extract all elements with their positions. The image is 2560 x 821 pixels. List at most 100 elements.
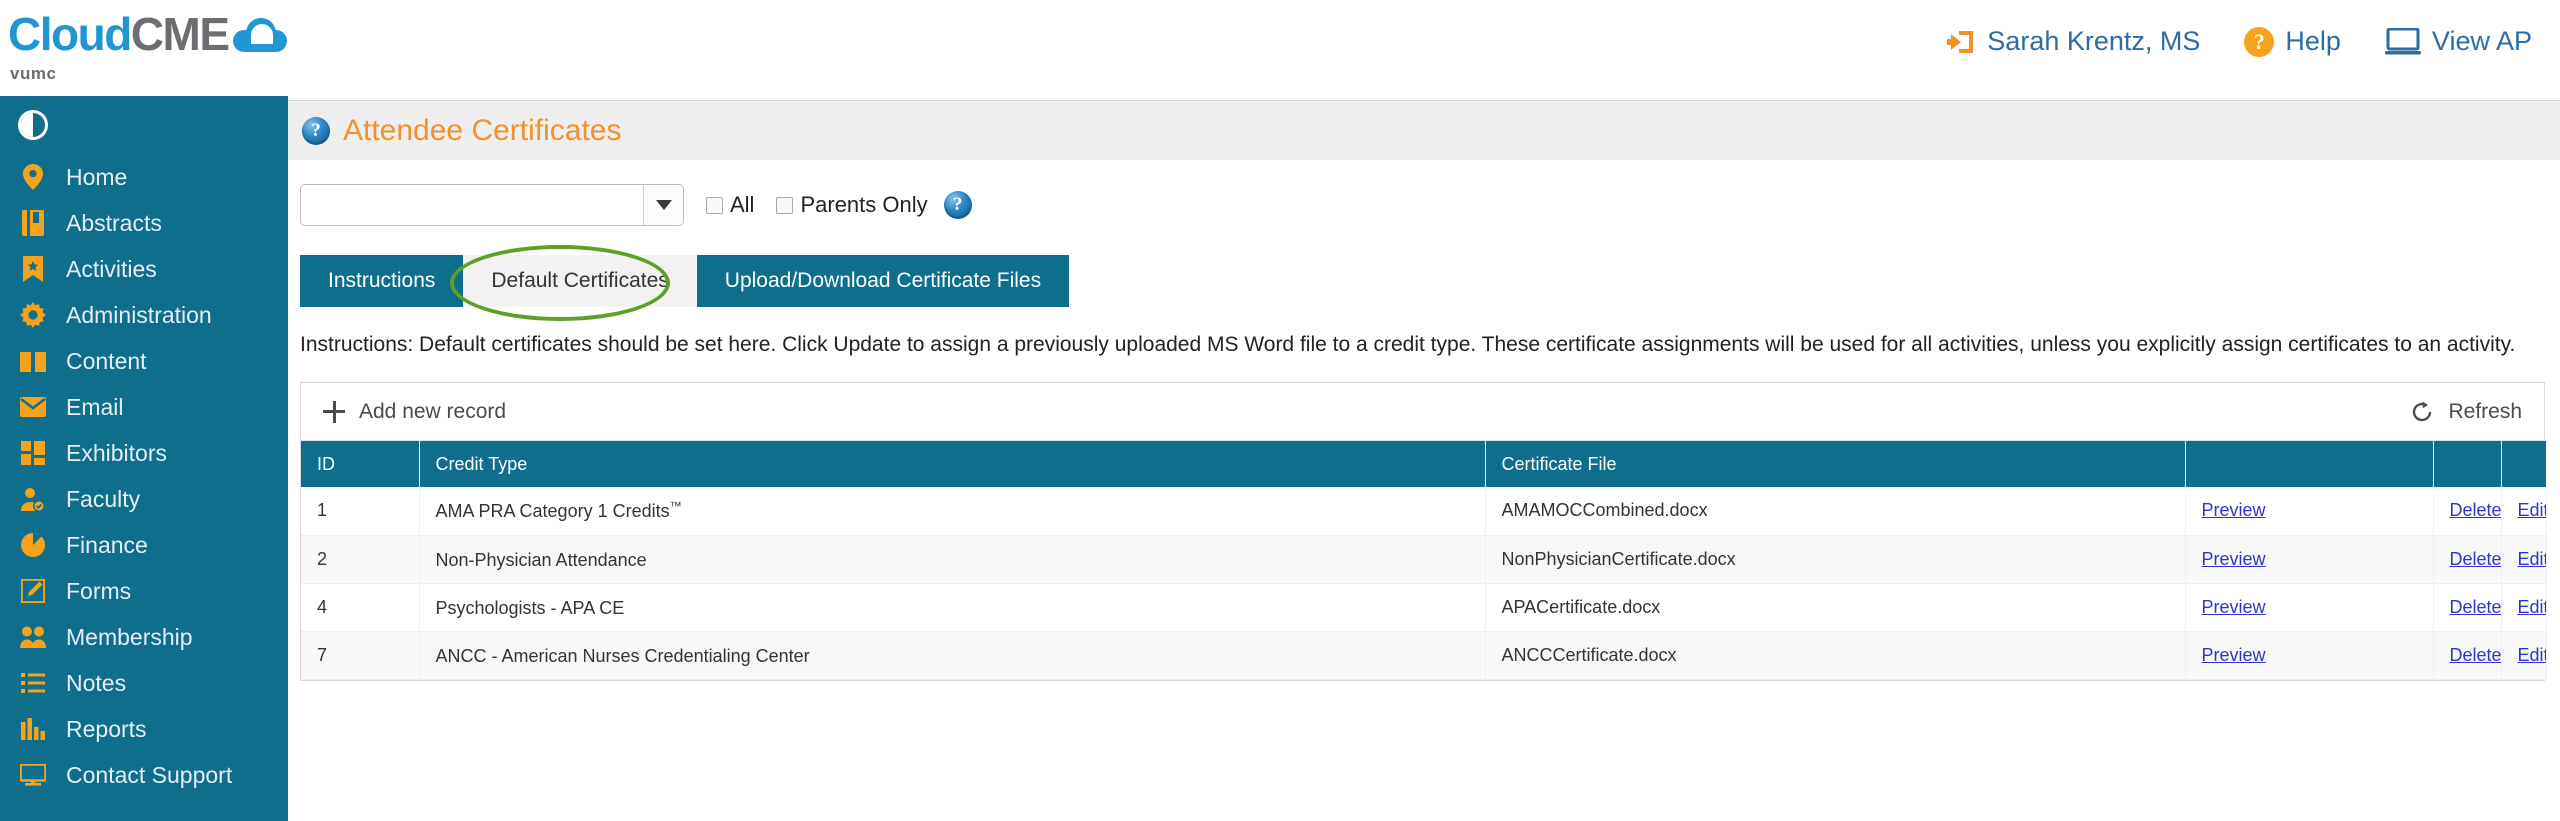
cell-certificate-file: APACertificate.docx: [1485, 583, 2185, 631]
sidebar-item-label: Contact Support: [66, 762, 232, 789]
delete-link[interactable]: Delete: [2450, 549, 2502, 569]
tab-instructions[interactable]: Instructions: [300, 255, 463, 307]
sidebar-item-reports[interactable]: Reports: [0, 706, 288, 752]
credit-type-text: AMA PRA Category 1 Credits: [436, 501, 670, 521]
cloud-icon: [233, 18, 287, 52]
activity-combobox[interactable]: [300, 184, 684, 226]
view-ap-link[interactable]: View AP: [2385, 26, 2532, 57]
instructions-text: Instructions: Default certificates shoul…: [300, 333, 2540, 357]
delete-link[interactable]: Delete: [2450, 645, 2502, 665]
column-header-certificate-file[interactable]: Certificate File: [1485, 441, 2185, 487]
add-new-record-button[interactable]: Add new record: [323, 400, 506, 424]
sidebar-item-label: Email: [66, 394, 124, 421]
credit-type-text: ANCC - American Nurses Credentialing Cen…: [436, 646, 810, 666]
parents-only-checkbox[interactable]: [776, 197, 793, 214]
cell-preview: Preview: [2185, 631, 2433, 679]
column-header-credit-type[interactable]: Credit Type: [419, 441, 1485, 487]
cell-credit-type: Non-Physician Attendance: [419, 535, 1485, 583]
delete-link[interactable]: Delete: [2450, 597, 2502, 617]
cell-credit-type: ANCC - American Nurses Credentialing Cen…: [419, 631, 1485, 679]
user-menu[interactable]: Sarah Krentz, MS: [1946, 26, 2200, 57]
help-link[interactable]: ? Help: [2244, 26, 2341, 57]
cell-id: 7: [301, 631, 419, 679]
sidebar-item-administration[interactable]: Administration: [0, 292, 288, 338]
sidebar-item-label: Notes: [66, 670, 126, 697]
sidebar-item-label: Administration: [66, 302, 212, 329]
sidebar-item-label: Content: [66, 348, 147, 375]
envelope-icon: [20, 394, 46, 420]
table-row: 4 Psychologists - APA CE APACertificate.…: [301, 583, 2546, 631]
sidebar-item-finance[interactable]: Finance: [0, 522, 288, 568]
sidebar-item-exhibitors[interactable]: Exhibitors: [0, 430, 288, 476]
sidebar-item-label: Home: [66, 164, 127, 191]
preview-link[interactable]: Preview: [2202, 597, 2266, 617]
gear-icon: [20, 302, 46, 328]
page-title-bar: ? Attendee Certificates: [288, 100, 2560, 160]
sidebar-item-contact-support[interactable]: Contact Support: [0, 752, 288, 798]
grid-squares-icon: [20, 440, 46, 466]
sidebar-item-label: Finance: [66, 532, 148, 559]
refresh-icon: [2410, 400, 2434, 424]
cell-credit-type: AMA PRA Category 1 Credits™: [419, 487, 1485, 535]
sidebar-item-notes[interactable]: Notes: [0, 660, 288, 706]
tab-bar: Instructions Default Certificates Upload…: [300, 255, 1069, 307]
page-title: Attendee Certificates: [343, 114, 621, 148]
sidebar-item-forms[interactable]: Forms: [0, 568, 288, 614]
sidebar-item-label: Activities: [66, 256, 157, 283]
all-checkbox[interactable]: [706, 197, 723, 214]
all-checkbox-group[interactable]: All: [706, 192, 754, 218]
sidebar-collapse-toggle[interactable]: [0, 96, 288, 154]
preview-link[interactable]: Preview: [2202, 645, 2266, 665]
edit-link[interactable]: Edit: [2518, 597, 2547, 617]
tab-default-certificates[interactable]: Default Certificates: [463, 255, 696, 307]
column-header-edit: [2501, 441, 2546, 487]
cell-preview: Preview: [2185, 487, 2433, 535]
sidebar-item-abstracts[interactable]: Abstracts: [0, 200, 288, 246]
edit-link[interactable]: Edit: [2518, 645, 2547, 665]
sidebar-item-activities[interactable]: Activities: [0, 246, 288, 292]
book-icon: [20, 210, 46, 236]
cell-id: 4: [301, 583, 419, 631]
cell-edit: Edit: [2501, 583, 2546, 631]
credit-type-trademark: ™: [670, 499, 682, 513]
logo-cloud-text: Cloud: [8, 8, 131, 60]
parents-only-checkbox-label: Parents Only: [800, 192, 927, 218]
cell-edit: Edit: [2501, 535, 2546, 583]
parents-only-checkbox-group[interactable]: Parents Only: [776, 192, 927, 218]
preview-link[interactable]: Preview: [2202, 549, 2266, 569]
cell-id: 2: [301, 535, 419, 583]
refresh-button[interactable]: Refresh: [2410, 400, 2522, 424]
sidebar-item-faculty[interactable]: Faculty: [0, 476, 288, 522]
sidebar-item-content[interactable]: Content: [0, 338, 288, 384]
filter-help-icon[interactable]: ?: [944, 191, 972, 219]
activity-dropdown-button[interactable]: [643, 185, 683, 225]
add-new-record-label: Add new record: [359, 400, 506, 424]
cell-delete: Delete: [2433, 487, 2501, 535]
delete-link[interactable]: Delete: [2450, 500, 2502, 520]
bookmark-star-icon: [20, 256, 46, 282]
monitor-icon: [2385, 28, 2421, 56]
sidebar-item-label: Forms: [66, 578, 131, 605]
column-header-id[interactable]: ID: [301, 441, 419, 487]
column-header-preview: [2185, 441, 2433, 487]
activity-search-input[interactable]: [301, 185, 643, 225]
sidebar-item-email[interactable]: Email: [0, 384, 288, 430]
edit-link[interactable]: Edit: [2518, 549, 2547, 569]
table-row: 2 Non-Physician Attendance NonPhysicianC…: [301, 535, 2546, 583]
app-logo[interactable]: CloudCME: [8, 8, 287, 60]
preview-link[interactable]: Preview: [2202, 500, 2266, 520]
table-row: 7 ANCC - American Nurses Credentialing C…: [301, 631, 2546, 679]
cell-certificate-file: ANCCCertificate.docx: [1485, 631, 2185, 679]
tab-upload-download-certificate-files[interactable]: Upload/Download Certificate Files: [697, 255, 1069, 307]
logo-cme-text: CME: [131, 8, 229, 60]
cell-certificate-file: AMAMOCCombined.docx: [1485, 487, 2185, 535]
sidebar-item-membership[interactable]: Membership: [0, 614, 288, 660]
page-title-help-icon[interactable]: ?: [302, 117, 330, 145]
sidebar-item-home[interactable]: Home: [0, 154, 288, 200]
tenant-label: vumc: [10, 64, 56, 84]
edit-link[interactable]: Edit: [2518, 500, 2547, 520]
user-check-icon: [20, 486, 46, 512]
cell-edit: Edit: [2501, 487, 2546, 535]
help-label: Help: [2285, 26, 2341, 57]
desktop-icon: [20, 762, 46, 788]
